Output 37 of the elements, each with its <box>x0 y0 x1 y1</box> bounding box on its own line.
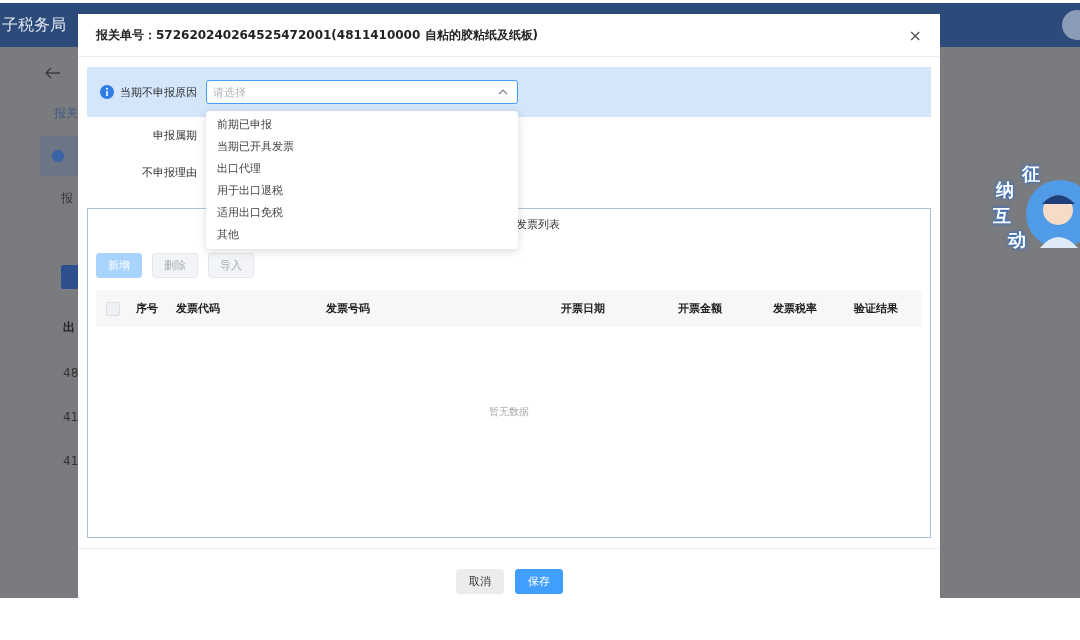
dropdown-option[interactable]: 用于出口退税 <box>206 180 518 202</box>
badge-character: 纳 <box>996 178 1014 202</box>
column-header: 验证结果 <box>853 301 899 316</box>
dropdown-option[interactable]: 前期已申报 <box>206 114 518 136</box>
table-cell: 48 <box>63 366 78 380</box>
badge-character: 征 <box>1022 162 1040 186</box>
empty-message: 暂无数据 <box>489 405 529 419</box>
column-header: 出 <box>63 319 75 336</box>
assistant-badge[interactable]: 征 纳 互 动 <box>990 160 1080 252</box>
field-label: 报 <box>61 190 73 207</box>
dropdown-option[interactable]: 当期已开具发票 <box>206 136 518 158</box>
column-header: 发票税率 <box>772 301 818 316</box>
caret-icon <box>498 89 508 95</box>
info-icon <box>52 150 64 162</box>
column-header: 序号 <box>135 301 159 316</box>
badge-character: 动 <box>1008 228 1026 252</box>
back-arrow-icon[interactable] <box>45 67 61 79</box>
site-title: 子税务局 <box>2 14 66 36</box>
field-label: 不申报理由 <box>141 165 197 180</box>
dropdown-option[interactable]: 其他 <box>206 224 518 246</box>
column-header: 发票代码 <box>175 301 221 316</box>
badge-character: 互 <box>993 204 1011 228</box>
select-all-checkbox[interactable] <box>106 301 120 316</box>
table-cell: 41 <box>63 454 78 468</box>
reason-select[interactable]: 请选择 <box>206 80 518 104</box>
dialog-title: 报关单号：572620240264525472001(4811410000 自粘的胶粘纸及纸板) <box>96 26 538 44</box>
close-button[interactable]: × <box>908 25 922 45</box>
dialog-button[interactable]: 取消 <box>455 569 504 594</box>
table-cell: 41 <box>63 410 78 424</box>
dropdown-option[interactable]: 适用出口免税 <box>206 202 518 224</box>
info-icon <box>100 85 114 99</box>
dropdown-option[interactable]: 出口代理 <box>206 158 518 180</box>
field-label: 申报属期 <box>152 128 197 143</box>
column-header: 开票日期 <box>560 301 606 316</box>
column-header: 开票金额 <box>677 301 723 316</box>
field-label: 当期不申报原因 <box>120 84 197 100</box>
column-header: 发票号码 <box>325 301 371 316</box>
